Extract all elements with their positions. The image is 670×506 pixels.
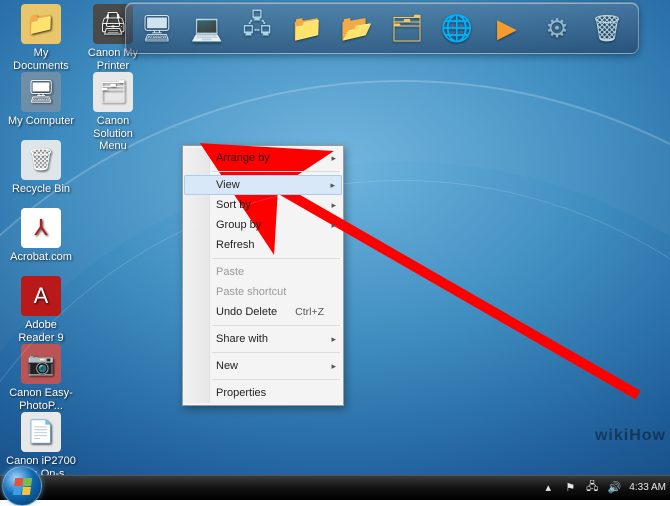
desktop-icon-label: Adobe Reader 9 [6, 319, 76, 344]
desktop-icon-acrobat-com[interactable]: ⅄ Acrobat.com [6, 208, 76, 264]
desktop-icon-label: My Documents [6, 47, 76, 72]
desktop-icon-my-documents[interactable]: 📁 My Documents [6, 4, 76, 72]
menu-item-shortcut: Ctrl+Z [295, 306, 324, 318]
menu-item-group-by[interactable]: Group by [184, 215, 342, 235]
menu-item-label: Group by [216, 219, 261, 231]
desktop-icon-my-computer[interactable]: 🖥 My Computer [6, 72, 76, 128]
system-tray: ▴ ⚑ 🖧 🔊 4:33 AM [541, 475, 666, 500]
menu-item-paste-shortcut: Paste shortcut [184, 282, 342, 302]
dock-control-icon: ⚙ [545, 13, 568, 44]
watermark: wikiHow [595, 427, 666, 445]
my-computer-icon: 🖥 [21, 72, 61, 112]
dock-folder2-icon: 📂 [341, 13, 373, 44]
desktop-icon-canon-easy[interactable]: 📷 Canon Easy-PhotoP... [6, 344, 76, 412]
dock-folder1[interactable]: 📁 [284, 7, 330, 49]
canon-easy-icon: 📷 [21, 344, 61, 384]
dock-folder2[interactable]: 📂 [334, 7, 380, 49]
tray-network[interactable]: 🖧 [585, 481, 599, 495]
desktop-icon-label: My Computer [6, 115, 76, 128]
menu-separator [212, 258, 340, 259]
menu-item-label: Paste shortcut [216, 286, 286, 298]
dock-folder1-icon: 📁 [291, 13, 323, 44]
tray-flag-icon: ⚑ [565, 481, 575, 494]
dock-computer[interactable]: 💻 [184, 7, 230, 49]
menu-item-properties[interactable]: Properties [184, 383, 342, 403]
desktop-icon-adobe-reader[interactable]: A Adobe Reader 9 [6, 276, 76, 344]
dock-folder3[interactable]: 🗂 [384, 7, 430, 49]
dock-desktop[interactable]: 🖥 [134, 7, 180, 49]
dock-ie[interactable]: 🌐 [434, 7, 480, 49]
windows-logo-icon [12, 478, 31, 495]
acrobat-com-icon: ⅄ [21, 208, 61, 248]
canon-solution-icon: 🗂 [93, 72, 133, 112]
menu-item-view[interactable]: View [184, 175, 342, 195]
taskbar: ▴ ⚑ 🖧 🔊 4:33 AM [0, 475, 670, 500]
desktop-icon-label: Acrobat.com [6, 251, 76, 264]
menu-item-refresh[interactable]: Refresh [184, 235, 342, 255]
menu-item-label: Refresh [216, 239, 255, 251]
tray-clock[interactable]: 4:33 AM [629, 482, 666, 493]
menu-item-undo-delete[interactable]: Undo Delete Ctrl+Z [184, 302, 342, 322]
tray-volume-icon: 🔊 [607, 481, 621, 494]
desktop-icon-label: Canon Solution Menu [78, 115, 148, 153]
tray-volume[interactable]: 🔊 [607, 481, 621, 495]
dock-desktop-icon: 🖥 [140, 13, 173, 44]
dock-computer-icon: 💻 [191, 13, 223, 44]
menu-separator [212, 352, 340, 353]
dock-network-icon: 🖧 [243, 6, 272, 50]
menu-item-paste: Paste [184, 262, 342, 282]
dock-media-icon: ▶ [497, 13, 517, 44]
menu-separator [212, 325, 340, 326]
desktop-context-menu: Arrange by View Sort by Group by Refresh Past… [182, 145, 344, 406]
dock-toolbar: 🖥 💻 🖧 📁 📂 🗂 🌐 ▶ ⚙ 🗑 [125, 2, 639, 54]
menu-item-arrange-by[interactable]: Arrange by [184, 148, 342, 168]
menu-separator [212, 379, 340, 380]
menu-item-label: Share with [216, 333, 268, 345]
dock-folder3-icon: 🗂 [390, 13, 423, 44]
menu-item-sort-by[interactable]: Sort by [184, 195, 342, 215]
desktop-icon-canon-solution[interactable]: 🗂Canon Solution Menu [78, 72, 148, 153]
dock-network[interactable]: 🖧 [234, 7, 280, 49]
menu-separator [212, 171, 340, 172]
desktop[interactable]: 📄Canon iP2700 series On-s...📷Canon Easy-… [0, 0, 670, 475]
menu-item-label: Arrange by [216, 152, 270, 164]
desktop-icon-label: Recycle Bin [6, 183, 76, 196]
dock-recycle[interactable]: 🗑 [584, 7, 630, 49]
dock-ie-icon: 🌐 [441, 13, 473, 44]
menu-item-new[interactable]: New [184, 356, 342, 376]
recycle-bin-icon: 🗑 [21, 140, 61, 180]
start-button[interactable] [2, 466, 42, 506]
tray-expand[interactable]: ▴ [541, 481, 555, 495]
tray-expand-icon: ▴ [546, 481, 552, 494]
menu-item-label: Sort by [216, 199, 251, 211]
dock-control[interactable]: ⚙ [534, 7, 580, 49]
my-documents-icon: 📁 [21, 4, 61, 44]
canon-ip2700-icon: 📄 [21, 412, 61, 452]
menu-item-label: Properties [216, 387, 266, 399]
menu-item-label: View [216, 179, 240, 191]
dock-recycle-icon: 🗑 [590, 13, 623, 44]
tray-network-icon: 🖧 [586, 478, 598, 497]
dock-media[interactable]: ▶ [484, 7, 530, 49]
desktop-icon-label: Canon Easy-PhotoP... [6, 387, 76, 412]
menu-item-label: New [216, 360, 238, 372]
menu-item-label: Undo Delete [216, 306, 277, 318]
adobe-reader-icon: A [21, 276, 61, 316]
menu-item-share-with[interactable]: Share with [184, 329, 342, 349]
menu-item-label: Paste [216, 266, 244, 278]
tray-flag[interactable]: ⚑ [563, 481, 577, 495]
desktop-icon-recycle-bin[interactable]: 🗑 Recycle Bin [6, 140, 76, 196]
